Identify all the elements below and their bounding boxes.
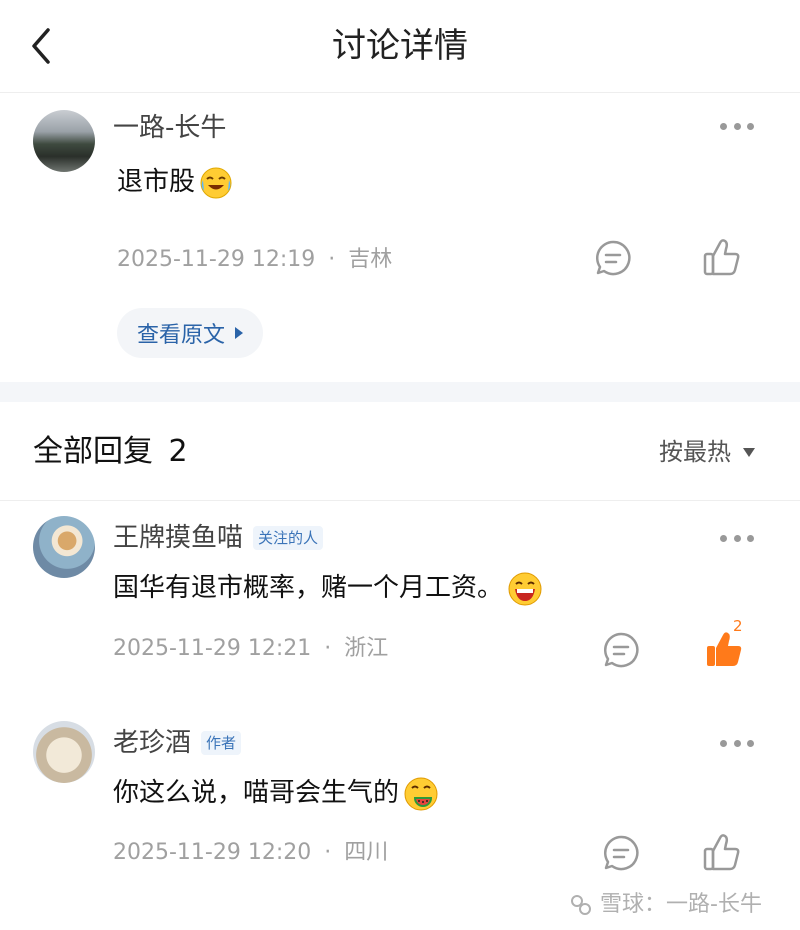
reply-text: 你这么说，喵哥会生气的 <box>113 778 400 808</box>
watermelon-eating-emoji <box>404 777 438 810</box>
page-title: 讨论详情 <box>332 26 468 66</box>
comment-button[interactable] <box>601 833 641 873</box>
reply-username[interactable]: 王牌摸鱼喵 <box>113 520 243 556</box>
location: 浙江 <box>344 636 389 661</box>
timestamp: 2025-11-29 12:20 <box>113 840 312 865</box>
caret-down-icon <box>743 447 755 457</box>
reply-meta: 2025-11-29 12:21 · 浙江 <box>113 634 388 664</box>
comment-button[interactable] <box>593 238 633 278</box>
crying-laughing-emoji <box>200 167 232 198</box>
more-options-button[interactable] <box>720 532 754 544</box>
reply-header: 老珍酒 作者 <box>113 725 242 761</box>
separator: · <box>328 247 336 272</box>
watermark: 雪球：一路-长牛 <box>568 890 762 920</box>
comment-icon <box>595 240 631 276</box>
grinning-emoji <box>508 572 542 605</box>
more-options-button[interactable] <box>720 737 754 749</box>
reply-header: 王牌摸鱼喵 关注的人 <box>113 520 324 556</box>
sort-dropdown[interactable]: 按最热 <box>659 436 755 468</box>
replies-count: 2 <box>168 434 188 469</box>
view-original-button[interactable]: 查看原文 <box>117 308 263 358</box>
avatar[interactable] <box>33 721 95 783</box>
reply-meta: 2025-11-29 12:20 · 四川 <box>113 838 388 868</box>
thumbs-up-icon <box>703 239 740 276</box>
separator: · <box>324 636 332 661</box>
reply-text: 国华有退市概率，赌一个月工资。 <box>113 573 504 603</box>
post-username[interactable]: 一路-长牛 <box>113 110 226 146</box>
following-badge: 关注的人 <box>253 526 324 550</box>
triangle-right-icon <box>235 327 243 339</box>
reply-username[interactable]: 老珍酒 <box>113 725 191 761</box>
section-divider <box>0 382 800 402</box>
view-original-label: 查看原文 <box>136 323 225 348</box>
sort-label: 按最热 <box>659 438 731 466</box>
separator: · <box>324 840 332 865</box>
like-button[interactable] <box>702 236 742 276</box>
timestamp: 2025-11-29 12:21 <box>113 636 312 661</box>
reply-content: 你这么说，喵哥会生气的 <box>113 775 439 812</box>
snowball-logo-icon <box>571 895 591 915</box>
comment-button[interactable] <box>601 630 641 670</box>
location: 吉林 <box>348 247 393 272</box>
timestamp: 2025-11-29 12:19 <box>117 247 316 272</box>
divider <box>0 500 800 501</box>
replies-title: 全部回复 2 <box>33 432 188 472</box>
post-meta: 2025-11-29 12:19 · 吉林 <box>117 245 392 275</box>
thumbs-up-icon <box>703 834 740 871</box>
avatar[interactable] <box>33 516 95 578</box>
location: 四川 <box>344 840 389 865</box>
avatar[interactable] <box>33 110 95 172</box>
watermark-text: 雪球：一路-长牛 <box>600 892 762 917</box>
post-content: 退市股 <box>117 164 233 200</box>
replies-label: 全部回复 <box>33 434 153 469</box>
more-options-button[interactable] <box>720 120 754 132</box>
comment-icon <box>603 632 639 668</box>
comment-icon <box>603 835 639 871</box>
author-badge: 作者 <box>201 731 242 755</box>
post-text: 退市股 <box>117 167 196 197</box>
like-button[interactable] <box>702 831 742 871</box>
like-count: 2 <box>733 617 743 635</box>
reply-content: 国华有退市概率，赌一个月工资。 <box>113 570 543 607</box>
